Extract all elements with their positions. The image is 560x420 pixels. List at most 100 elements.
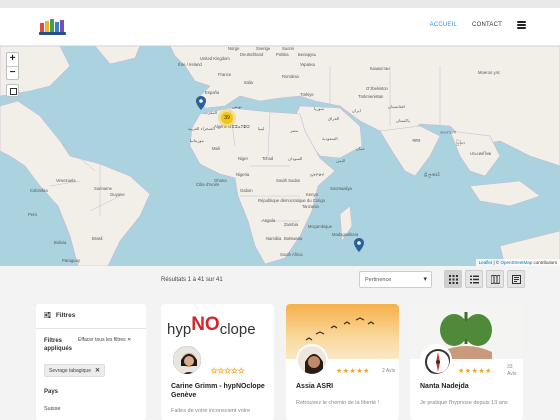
map-label: Zambia <box>284 222 298 227</box>
map-label: भारत <box>412 138 421 143</box>
results-map[interactable]: Deutschland Polska Україна Казахстан Мон… <box>0 46 560 266</box>
map-label: Türkiye <box>300 92 314 97</box>
practitioner-name[interactable]: Nanta Nadejda <box>420 382 516 391</box>
map-label: O‘zbekiston <box>366 86 388 91</box>
practitioner-card[interactable]: ★★★★★ 2 Avis Assia ASRI Retrouvez le che… <box>286 304 399 420</box>
map-label: Niger <box>238 156 249 161</box>
country-option[interactable]: Suisse <box>44 406 61 412</box>
nav-accueil[interactable]: ACCUEIL <box>430 22 457 28</box>
map-label: ليبيا <box>258 126 265 131</box>
clear-filters-button[interactable]: Effacer tous les filtres ✕ <box>78 337 131 343</box>
map-label: Namibia <box>266 236 282 241</box>
fullscreen-icon[interactable] <box>6 84 19 97</box>
map-label: မြန်မာ <box>456 140 466 145</box>
map-label: Nigeria <box>236 172 250 177</box>
map-label: المغرب <box>204 110 218 115</box>
map-marker-icon[interactable] <box>354 238 364 252</box>
map-label: Venezuela <box>56 178 76 183</box>
list-view-button[interactable] <box>465 270 483 288</box>
hypnoclope-logo: hypNOclope <box>167 314 256 338</box>
grid-view-button[interactable] <box>444 270 462 288</box>
marker-cluster[interactable]: 39 <box>218 109 236 127</box>
map-label: Éire / Ireland <box>178 62 202 67</box>
map-label: Guyane <box>110 192 125 197</box>
attribution-contributors: contributors <box>533 260 557 265</box>
map-view-button[interactable] <box>486 270 504 288</box>
map-label: France <box>218 72 232 77</box>
map-label: Sverige <box>256 46 271 51</box>
practitioner-card[interactable]: hypNOclope ★★★★★ Carine Grimm - hypNOclo… <box>161 304 274 420</box>
map-label: Gabon <box>240 188 253 193</box>
practitioner-name[interactable]: Assia ASRI <box>296 382 392 391</box>
article-view-button[interactable] <box>507 270 525 288</box>
practitioner-card[interactable]: ★★★★★ 33 Avis Nanta Nadejda Je pratique … <box>410 304 523 420</box>
nav-contact[interactable]: CONTACT <box>472 22 502 28</box>
map-label: اليمن <box>336 158 346 163</box>
practitioner-description: Je pratique l'hypnose depuis 13 ans <box>420 400 508 406</box>
leaflet-link[interactable]: Leaflet <box>479 260 493 265</box>
map-label: Bolivia <box>54 240 67 245</box>
filters-panel: Filtres Filtres appliqués Effacer tous l… <box>36 304 146 420</box>
map-label: Tanzania <box>302 204 319 209</box>
sliders-icon <box>44 312 51 319</box>
map-view-icon <box>491 275 500 284</box>
map-label: Brasil <box>92 236 103 241</box>
cluster-count: 39 <box>221 112 233 124</box>
map-label: Монгол улс <box>478 70 500 75</box>
hamburger-icon[interactable] <box>517 21 526 29</box>
map-label: السعودية <box>322 136 338 141</box>
osm-link[interactable]: OpenStreetMap <box>500 260 532 265</box>
clear-filters-label: Effacer tous les filtres <box>78 337 126 343</box>
rating-stars: ★★★★★ <box>458 368 492 375</box>
map-attribution: Leaflet | © OpenStreetMap contributors <box>475 259 560 266</box>
map-label: ኢትዮጵያ <box>310 172 325 177</box>
main-nav: ACCUEIL CONTACT <box>430 21 526 29</box>
review-count: 2 Avis <box>382 368 396 374</box>
map-label: España <box>205 90 220 95</box>
map-label: Italia <box>244 80 253 85</box>
zoom-out-button[interactable]: − <box>7 66 18 79</box>
map-label: Colombia <box>30 188 48 193</box>
map-label: South Sudan <box>276 178 301 183</box>
map-marker-icon[interactable] <box>196 96 206 110</box>
map-label: Madagasikara <box>332 232 359 237</box>
filter-tag-label: Sevrage tabagique <box>49 368 91 374</box>
rating-stars: ★★★★★ <box>211 368 245 376</box>
map-label: ประเทศไทย <box>470 151 492 156</box>
results-count: Résultats 1 à 41 sur 41 <box>161 277 223 283</box>
list-view-icon <box>470 275 479 284</box>
map-label: Deutschland <box>240 52 264 57</box>
sort-select[interactable]: Pertinence <box>359 271 432 288</box>
filters-title: Filtres <box>44 312 75 319</box>
map-label: ایران <box>352 108 361 113</box>
map-label: Botswana <box>284 236 303 241</box>
filter-tag[interactable]: Sevrage tabagique ✕ <box>44 364 106 377</box>
map-label: Suomi <box>282 46 294 51</box>
applied-filters-label: Filtres appliqués <box>44 338 73 352</box>
map-label: عمان <box>356 146 366 151</box>
map-label: السودان <box>288 156 303 161</box>
map-label: افغانستان <box>388 104 405 109</box>
map-label: موريتانيا <box>190 138 204 143</box>
map-label: تونس <box>232 104 242 109</box>
zoom-in-button[interactable]: + <box>7 53 18 66</box>
filters-title-text: Filtres <box>55 312 76 319</box>
map-label: République démocratique du Congo <box>258 198 326 203</box>
map-label: Беларусь <box>298 52 317 57</box>
remove-tag-icon[interactable]: ✕ <box>95 368 100 374</box>
avatar <box>171 344 203 376</box>
close-icon: ✕ <box>127 337 132 343</box>
map-label: Україна <box>300 62 315 67</box>
map-label: South Africa <box>280 252 303 257</box>
map-label: Perú <box>28 212 37 217</box>
site-logo[interactable] <box>38 17 70 37</box>
map-label: Türkmenistan <box>358 94 384 99</box>
review-count: 33 Avis <box>507 364 517 377</box>
map-label: Soomaaliya <box>330 186 352 191</box>
map-label: Mali <box>212 146 220 151</box>
grid-view-icon <box>449 275 458 284</box>
practitioner-name[interactable]: Carine Grimm - hypNOclope Genève <box>171 382 267 400</box>
map-label: Paraguay <box>62 258 80 263</box>
map-label: România <box>282 74 299 79</box>
map-label: Angola <box>262 218 276 223</box>
